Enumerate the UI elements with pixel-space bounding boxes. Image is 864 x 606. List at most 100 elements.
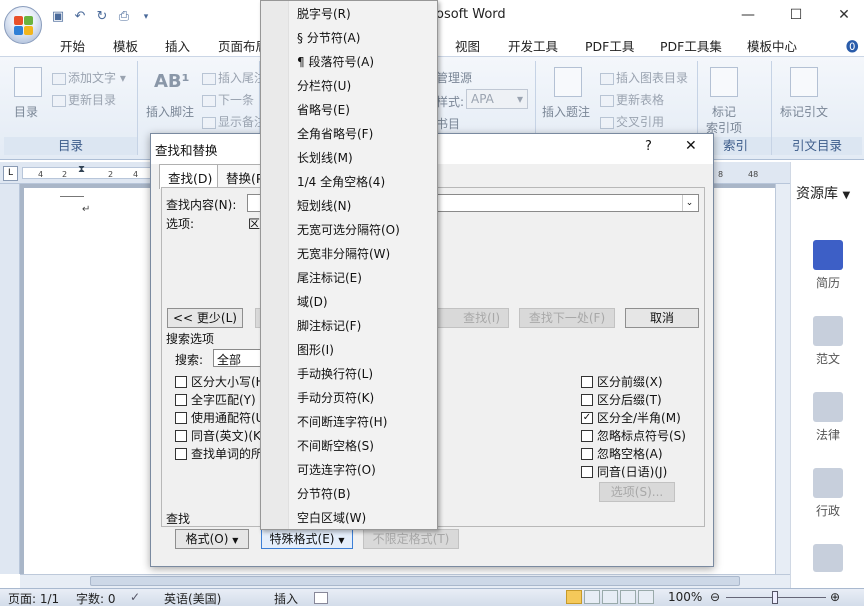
menu-item-section-break[interactable]: 分节符(B) bbox=[297, 485, 351, 502]
draft-icon[interactable] bbox=[638, 590, 654, 604]
tab-insert[interactable]: 插入 bbox=[165, 36, 190, 55]
resource-item-more[interactable] bbox=[796, 544, 860, 576]
bibliography-button[interactable]: 书目 bbox=[436, 115, 460, 132]
insert-table-of-figures-button[interactable]: 插入图表目录 bbox=[600, 69, 688, 86]
no-formatting-button[interactable]: 不限定格式(T) bbox=[363, 529, 459, 549]
update-table-button[interactable]: 更新表格 bbox=[600, 91, 664, 108]
tab-template[interactable]: 模板 bbox=[113, 36, 138, 55]
match-prefix-checkbox[interactable]: 区分前缀(X) bbox=[581, 373, 663, 390]
tab-pdf-tools[interactable]: PDF工具 bbox=[585, 36, 634, 55]
checkbox-box[interactable] bbox=[175, 447, 187, 460]
menu-item-nonbreaking-hyphen[interactable]: 不间断连字符(H) bbox=[297, 413, 387, 430]
proofing-icon[interactable]: ✓ bbox=[130, 590, 140, 604]
search-direction-select[interactable]: 全部 bbox=[213, 349, 263, 367]
next-footnote-button[interactable]: 下一条 bbox=[202, 91, 254, 108]
checkbox-box[interactable] bbox=[175, 375, 187, 388]
web-layout-icon[interactable] bbox=[602, 590, 618, 604]
menu-item-fullwidth-ellipsis[interactable]: 全角省略号(F) bbox=[297, 125, 373, 142]
manage-sources-button[interactable]: 管理源 bbox=[436, 69, 472, 86]
update-toc-button[interactable]: 更新目录 bbox=[52, 91, 116, 108]
menu-item-en-dash[interactable]: 短划线(N) bbox=[297, 197, 351, 214]
tab-view[interactable]: 视图 bbox=[455, 36, 480, 55]
style-select[interactable]: APA ▾ bbox=[466, 89, 528, 109]
full-screen-icon[interactable] bbox=[584, 590, 600, 604]
maximize-button[interactable]: ☐ bbox=[786, 6, 806, 24]
menu-item-field[interactable]: 域(D) bbox=[297, 293, 328, 310]
chevron-down-icon[interactable]: ⌄ bbox=[682, 195, 696, 211]
menu-item-graphic[interactable]: 图形(I) bbox=[297, 341, 334, 358]
save-icon[interactable]: ▣ bbox=[50, 9, 66, 25]
minimize-button[interactable]: — bbox=[738, 6, 758, 24]
checkbox-box[interactable] bbox=[581, 393, 593, 406]
add-text-button[interactable]: 添加文字 ▾ bbox=[52, 69, 126, 86]
menu-item-footnote-mark[interactable]: 脚注标记(F) bbox=[297, 317, 361, 334]
help-icon[interactable]: ⓿ bbox=[846, 36, 859, 55]
zoom-slider-thumb[interactable] bbox=[772, 591, 778, 604]
insert-caption-button[interactable]: 插入题注 bbox=[542, 103, 590, 120]
resource-item-admin[interactable]: 行政 bbox=[796, 468, 860, 519]
checkbox-box[interactable] bbox=[175, 429, 187, 442]
undo-icon[interactable]: ↶ bbox=[72, 9, 88, 25]
menu-item-endnote-mark[interactable]: 尾注标记(E) bbox=[297, 269, 362, 286]
menu-item-quarter-em-space[interactable]: 1/4 全角空格(4) bbox=[297, 173, 385, 190]
insert-endnote-button[interactable]: 插入尾注 bbox=[202, 69, 266, 86]
horizontal-scroll-thumb[interactable] bbox=[90, 576, 740, 586]
ignore-space-checkbox[interactable]: 忽略空格(A) bbox=[581, 445, 663, 462]
page-count[interactable]: 页面: 1/1 bbox=[8, 590, 59, 606]
checkbox-box[interactable] bbox=[175, 393, 187, 406]
menu-item-manual-line-break[interactable]: 手动换行符(L) bbox=[297, 365, 373, 382]
checkbox-box[interactable] bbox=[581, 465, 593, 478]
tab-selector[interactable]: L bbox=[3, 166, 18, 181]
menu-item-zero-width-non-break[interactable]: 无宽非分隔符(W) bbox=[297, 245, 390, 262]
mark-entry-button[interactable]: 标记 bbox=[712, 103, 736, 120]
menu-item-column-break[interactable]: 分栏符(U) bbox=[297, 77, 351, 94]
print-layout-icon[interactable] bbox=[566, 590, 582, 604]
checkbox-box[interactable] bbox=[581, 375, 593, 388]
match-width-checkbox[interactable]: ✓ 区分全/半角(M) bbox=[581, 409, 681, 426]
menu-item-zero-width-optional-break[interactable]: 无宽可选分隔符(O) bbox=[297, 221, 400, 238]
macro-icon[interactable] bbox=[314, 592, 328, 604]
tab-home[interactable]: 开始 bbox=[60, 36, 85, 55]
checkbox-box[interactable] bbox=[581, 429, 593, 442]
wildcards-checkbox[interactable]: 使用通配符(U) bbox=[175, 409, 269, 426]
find-next-button[interactable]: 查找下一处(F) bbox=[519, 308, 615, 328]
match-suffix-checkbox[interactable]: 区分后缀(T) bbox=[581, 391, 662, 408]
less-button[interactable]: << 更少(L) bbox=[167, 308, 243, 328]
menu-item-section-character[interactable]: § 分节符(A) bbox=[297, 29, 360, 46]
tab-pdf-toolset[interactable]: PDF工具集 bbox=[660, 36, 722, 55]
word-count[interactable]: 字数: 0 bbox=[76, 590, 116, 606]
resource-item-legal[interactable]: 法律 bbox=[796, 392, 860, 443]
whole-word-checkbox[interactable]: 全字匹配(Y) bbox=[175, 391, 256, 408]
menu-item-caret[interactable]: 脱字号(R) bbox=[297, 5, 351, 22]
menu-item-em-dash[interactable]: 长划线(M) bbox=[297, 149, 353, 166]
ignore-punctuation-checkbox[interactable]: 忽略标点符号(S) bbox=[581, 427, 686, 444]
match-case-checkbox[interactable]: 区分大小写(H) bbox=[175, 373, 269, 390]
tab-find[interactable]: 查找(D) bbox=[159, 164, 222, 189]
print-icon[interactable]: ⎙ bbox=[116, 9, 132, 25]
chevron-down-icon[interactable]: ▼ bbox=[842, 190, 850, 201]
resource-item-resume[interactable]: 简历 bbox=[796, 240, 860, 291]
redo-icon[interactable]: ↻ bbox=[94, 9, 110, 25]
outline-icon[interactable] bbox=[620, 590, 636, 604]
special-format-button[interactable]: 特殊格式(E) ▼ bbox=[261, 529, 353, 549]
dialog-close-button[interactable]: ✕ bbox=[685, 138, 697, 154]
sounds-like-checkbox[interactable]: 同音(英文)(K) bbox=[175, 427, 266, 444]
zoom-level[interactable]: 100% bbox=[668, 590, 702, 604]
menu-item-paragraph-character[interactable]: ¶ 段落符号(A) bbox=[297, 53, 374, 70]
cancel-button[interactable]: 取消 bbox=[625, 308, 699, 328]
menu-item-optional-hyphen[interactable]: 可选连字符(O) bbox=[297, 461, 376, 478]
checkmark-icon[interactable]: ✓ bbox=[581, 411, 593, 424]
resource-item-sample[interactable]: 范文 bbox=[796, 316, 860, 367]
tab-developer[interactable]: 开发工具 bbox=[508, 36, 558, 55]
insert-footnote-button[interactable]: 插入脚注 bbox=[146, 103, 194, 120]
indent-marker-icon[interactable]: ⧗ bbox=[78, 164, 85, 175]
menu-item-ellipsis[interactable]: 省略号(E) bbox=[297, 101, 350, 118]
menu-item-nonbreaking-space[interactable]: 不间断空格(S) bbox=[297, 437, 374, 454]
mark-citation-button[interactable]: 标记引文 bbox=[780, 103, 828, 120]
format-button[interactable]: 格式(O) ▼ bbox=[175, 529, 249, 549]
office-button[interactable] bbox=[4, 6, 42, 44]
checkbox-box[interactable] bbox=[175, 411, 187, 424]
checkbox-box[interactable] bbox=[581, 447, 593, 460]
toc-button[interactable]: 目录 bbox=[14, 103, 38, 120]
sounds-like-japanese-checkbox[interactable]: 同音(日语)(J) bbox=[581, 463, 667, 480]
